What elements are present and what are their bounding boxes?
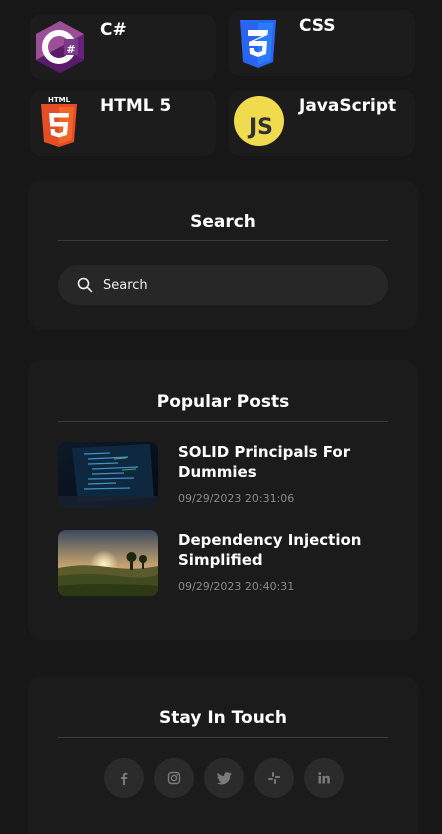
csharp-logo-icon: # xyxy=(34,19,86,79)
svg-text:JS: JS xyxy=(247,115,273,140)
popular-posts-title: Popular Posts xyxy=(156,392,290,412)
post-date: 09/29/2023 20:40:31 xyxy=(178,580,295,593)
post-thumbnail[interactable] xyxy=(58,442,158,508)
divider xyxy=(58,240,388,241)
facebook-icon[interactable] xyxy=(104,758,144,798)
slack-icon[interactable] xyxy=(254,758,294,798)
twitter-icon[interactable] xyxy=(204,758,244,798)
divider xyxy=(58,737,388,738)
search-field[interactable] xyxy=(58,265,388,305)
tag-html5[interactable]: HTML HTML 5 xyxy=(30,90,216,156)
tag-csharp[interactable]: # C# xyxy=(30,14,216,80)
search-title: Search xyxy=(190,212,256,232)
linkedin-icon[interactable] xyxy=(304,758,344,798)
tag-label: JavaScript xyxy=(299,96,397,116)
html5-logo-icon: HTML xyxy=(38,94,80,152)
post-title[interactable]: Dependency Injection Simplified xyxy=(178,530,378,570)
css3-logo-icon xyxy=(237,18,279,74)
post-title[interactable]: SOLID Principals For Dummies xyxy=(178,442,378,482)
post-item[interactable]: Dependency Injection Simplified 09/29/20… xyxy=(58,530,388,596)
search-widget: Search xyxy=(28,180,418,330)
tag-css[interactable]: CSS xyxy=(229,10,415,76)
instagram-icon[interactable] xyxy=(154,758,194,798)
tag-label: CSS xyxy=(299,16,336,36)
popular-posts-widget: Popular Posts SOLID Principals For Dummi… xyxy=(28,360,418,640)
divider xyxy=(58,421,388,422)
search-icon xyxy=(77,277,93,293)
post-thumbnail[interactable] xyxy=(58,530,158,596)
tag-javascript[interactable]: JS JavaScript xyxy=(229,90,415,156)
post-item[interactable]: SOLID Principals For Dummies 09/29/2023 … xyxy=(58,442,388,508)
search-input[interactable] xyxy=(101,276,355,294)
svg-text:#: # xyxy=(66,43,75,56)
stay-in-touch-widget: Stay In Touch xyxy=(28,676,418,834)
javascript-logo-icon: JS xyxy=(233,95,285,151)
svg-text:HTML: HTML xyxy=(48,96,71,104)
tag-label: HTML 5 xyxy=(100,96,172,116)
tag-label: C# xyxy=(100,20,127,40)
post-date: 09/29/2023 20:31:06 xyxy=(178,492,295,505)
stay-in-touch-title: Stay In Touch xyxy=(159,708,287,728)
